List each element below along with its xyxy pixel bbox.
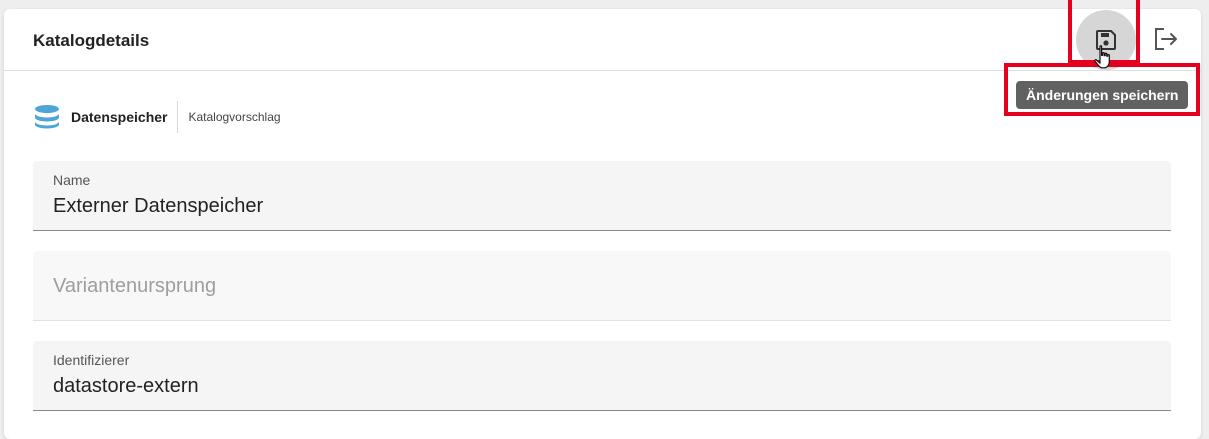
exit-icon	[1155, 28, 1177, 50]
hand-cursor-icon	[1094, 45, 1110, 69]
catalog-meta: Datenspeicher Katalogvorschlag	[33, 101, 281, 133]
card-header: Katalogdetails	[4, 9, 1201, 71]
card-title: Katalogdetails	[33, 31, 150, 50]
exit-button[interactable]	[1149, 23, 1181, 55]
identifier-field[interactable]: Identifizierer datastore-extern	[33, 341, 1171, 411]
variant-origin-placeholder: Variantenursprung	[53, 275, 217, 297]
identifier-field-label: Identifizierer	[53, 352, 130, 368]
variant-origin-field: Variantenursprung	[33, 251, 1171, 321]
name-field-label: Name	[53, 172, 91, 188]
name-field[interactable]: Name Externer Datenspeicher	[33, 161, 1171, 231]
name-field-value: Externer Datenspeicher	[53, 195, 264, 217]
meta-divider	[177, 101, 179, 133]
database-icon	[35, 105, 59, 129]
datastore-label: Datenspeicher	[71, 109, 168, 125]
save-tooltip: Änderungen speichern	[1016, 81, 1189, 109]
identifier-field-value: datastore-extern	[53, 375, 199, 397]
catalog-suggestion-label: Katalogvorschlag	[188, 110, 281, 124]
